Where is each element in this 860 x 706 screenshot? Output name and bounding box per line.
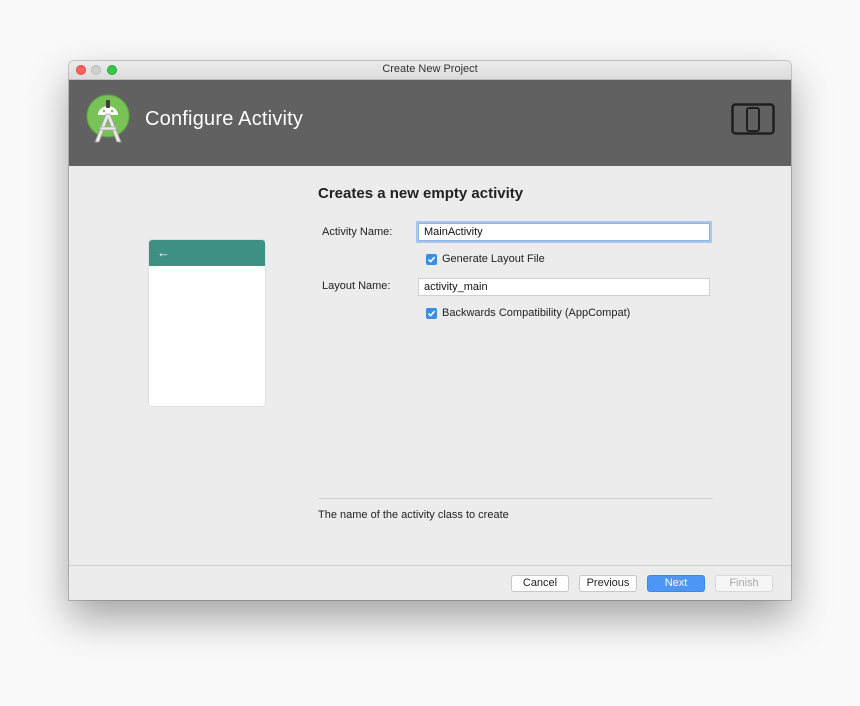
activity-name-input[interactable] [418,223,710,241]
window-title: Create New Project [382,63,478,75]
layout-name-input[interactable] [418,278,710,296]
finish-button: Finish [715,575,773,592]
previous-button[interactable]: Previous [579,575,637,592]
layout-name-label: Layout Name: [322,280,391,292]
tablet-phone-icon [731,103,775,135]
android-studio-icon [85,94,131,146]
help-text: The name of the activity class to create [318,509,509,521]
footer-divider [69,565,791,566]
next-button[interactable]: Next [647,575,705,592]
header-banner: Configure Activity [69,80,791,166]
generate-layout-label: Generate Layout File [442,253,545,265]
activity-preview: ← [149,240,265,406]
cancel-button[interactable]: Cancel [511,575,569,592]
form-heading: Creates a new empty activity [318,185,524,202]
activity-name-label: Activity Name: [322,226,393,238]
banner-title: Configure Activity [145,108,304,130]
backwards-compat-checkbox[interactable] [426,308,437,319]
backwards-compat-label: Backwards Compatibility (AppCompat) [442,307,631,319]
create-new-project-window: Create New Project Configure Activity ← … [69,61,791,600]
preview-app-bar: ← [149,240,265,266]
back-arrow-icon: ← [157,245,170,260]
title-bar: Create New Project [69,61,791,80]
generate-layout-checkbox[interactable] [426,254,437,265]
help-divider [318,498,713,499]
